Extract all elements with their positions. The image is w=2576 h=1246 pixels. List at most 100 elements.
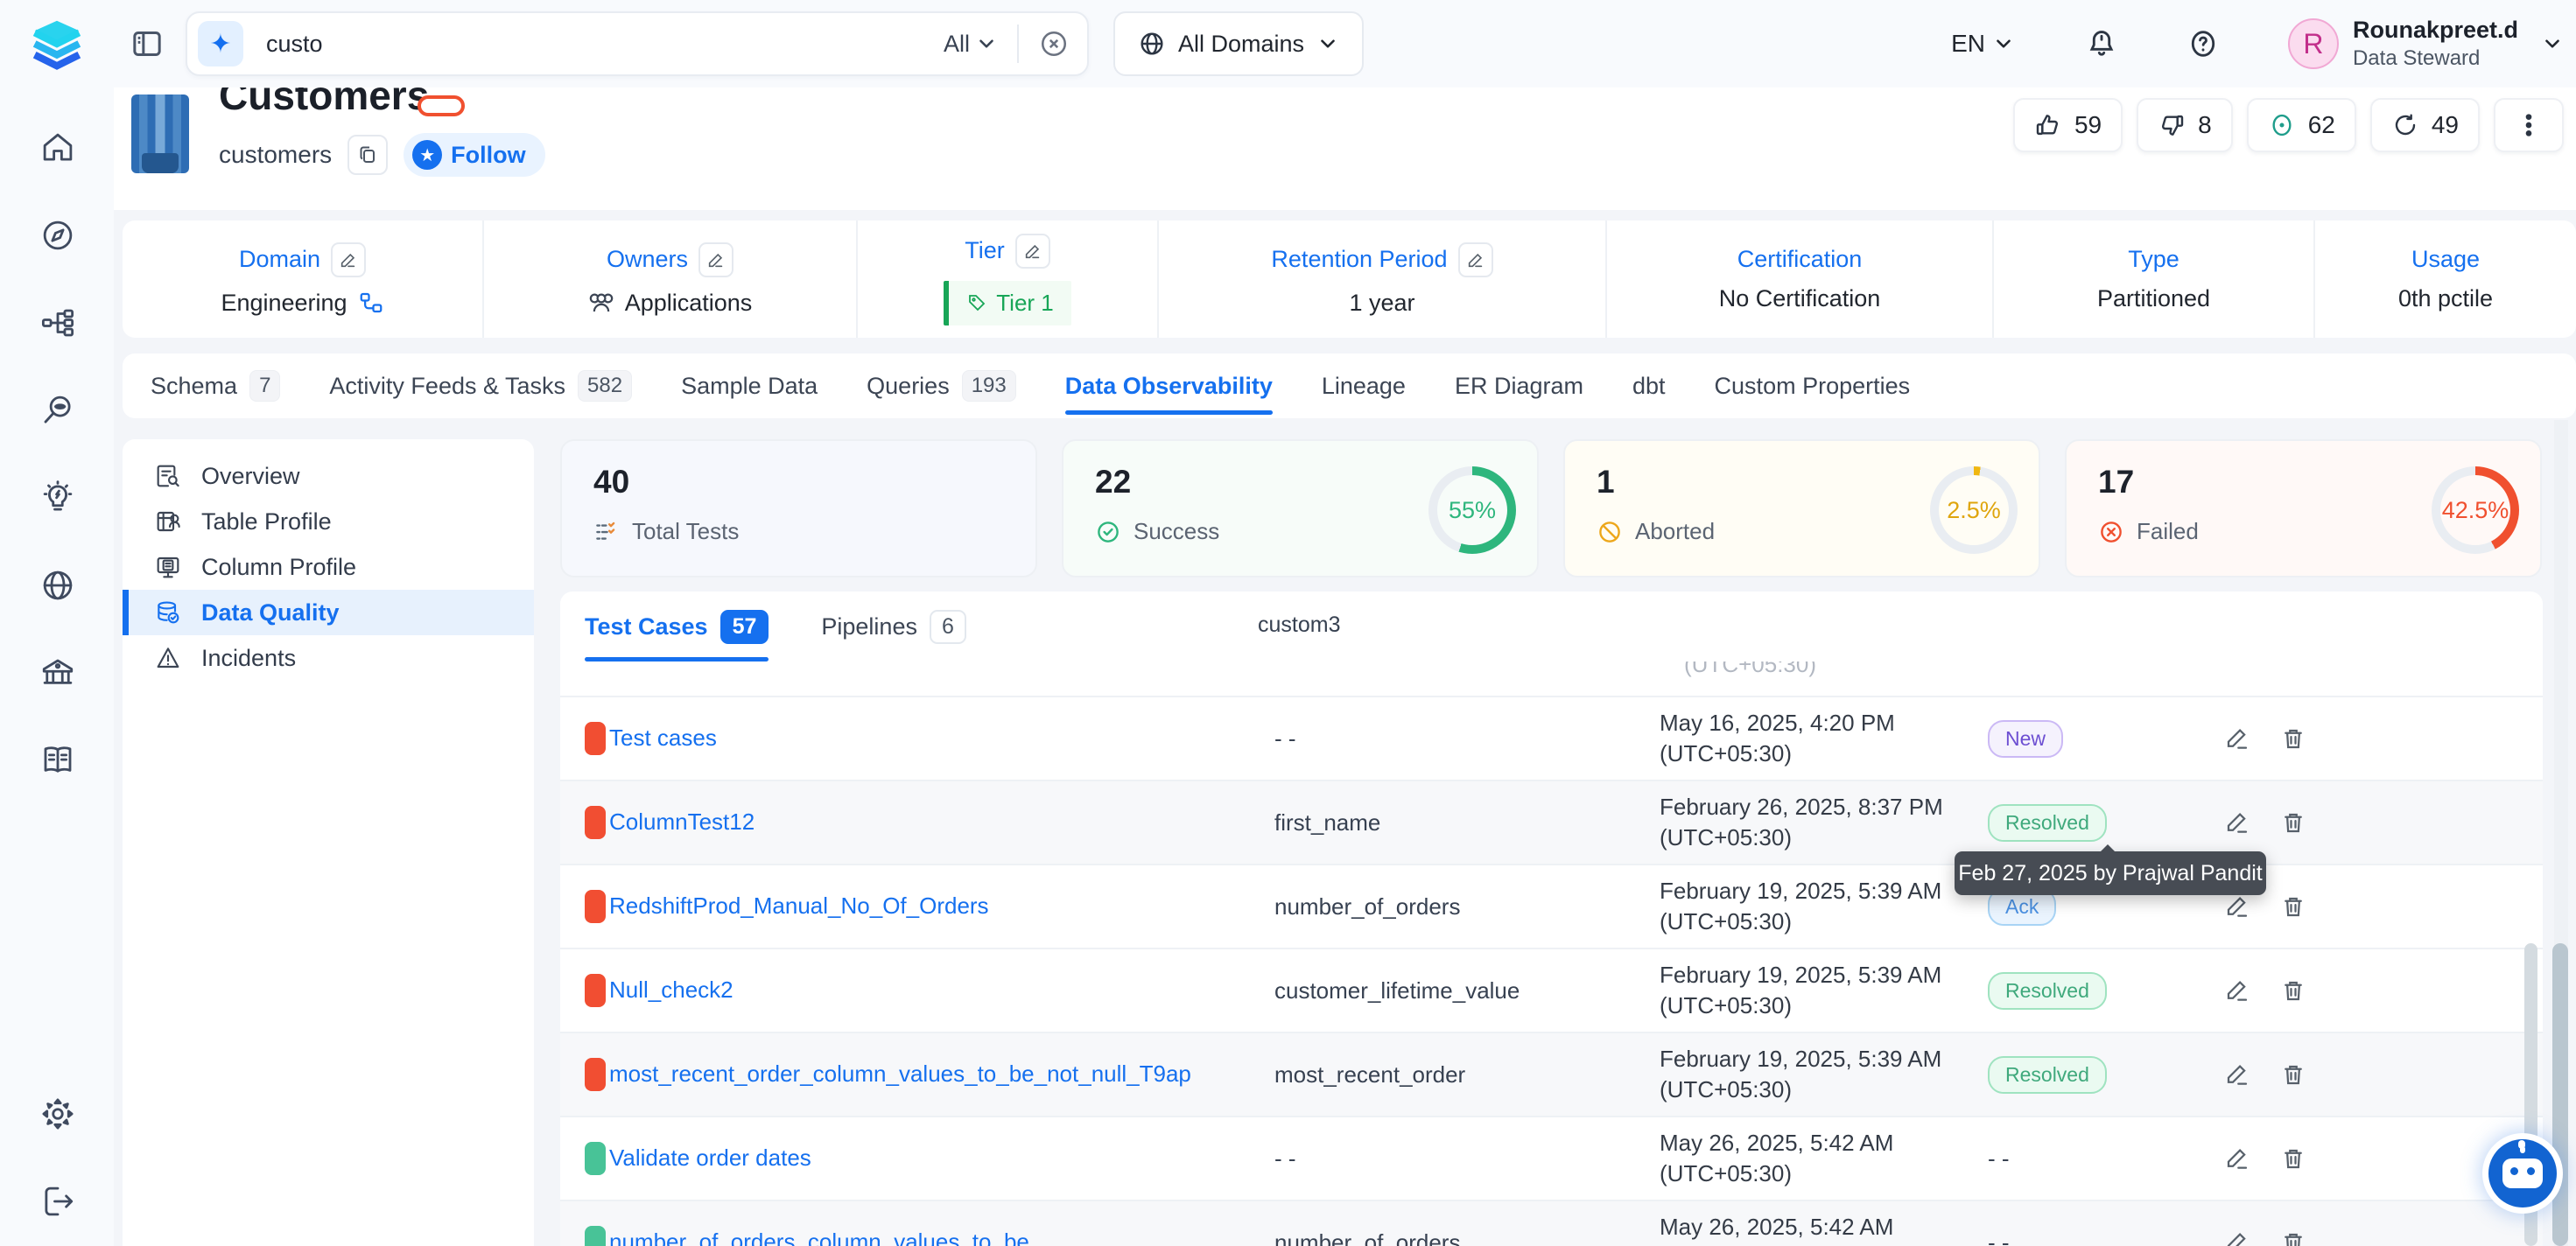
user-avatar[interactable]: R — [2288, 18, 2339, 69]
page-scrollbar-thumb[interactable] — [2552, 943, 2568, 1246]
downvote-button[interactable]: 8 — [2137, 98, 2233, 152]
explore-compass-icon[interactable] — [39, 217, 78, 256]
delete-icon[interactable] — [2280, 725, 2306, 752]
more-menu-button[interactable] — [2494, 98, 2564, 152]
date-cell: February 26, 2025, 8:37 PM(UTC+05:30) — [1660, 792, 1988, 853]
tier-value: Tier 1 — [996, 290, 1054, 317]
tab-sample-data[interactable]: Sample Data — [681, 354, 818, 418]
edit-icon[interactable] — [2224, 1061, 2250, 1088]
lineage-topology-icon[interactable] — [39, 304, 78, 343]
domains-globe-icon[interactable] — [39, 567, 78, 606]
insights-bulb-icon[interactable] — [39, 480, 78, 518]
edit-icon[interactable] — [2224, 1145, 2250, 1172]
test-case-link[interactable]: Validate order dates — [609, 1144, 811, 1171]
delete-icon[interactable] — [2280, 1061, 2306, 1088]
edit-icon[interactable] — [2224, 977, 2250, 1004]
column-cell: number_of_orders — [1274, 893, 1660, 920]
upvote-button[interactable]: 59 — [2013, 98, 2123, 152]
tab-test-cases[interactable]: Test Cases 57 — [585, 592, 769, 662]
table-row[interactable]: Validate order dates - - May 26, 2025, 5… — [560, 1117, 2543, 1201]
all-domains-dropdown[interactable]: All Domains — [1113, 11, 1364, 76]
certification-value: No Certification — [1719, 285, 1881, 312]
custom3-label: custom3 — [1258, 612, 1340, 638]
subnav-item-incidents[interactable]: Incidents — [123, 635, 534, 681]
glossary-book-icon[interactable] — [39, 742, 78, 780]
edit-icon[interactable] — [2224, 893, 2250, 920]
search-value[interactable]: custo — [266, 31, 944, 58]
global-search-input[interactable]: ✦ custo All — [186, 11, 1089, 76]
stop-circle-icon — [1597, 519, 1623, 545]
globe-icon — [1138, 30, 1166, 58]
chat-bot-button[interactable] — [2488, 1139, 2557, 1208]
observability-search-icon[interactable] — [39, 392, 78, 430]
language-dropdown[interactable]: EN — [1951, 30, 2015, 58]
help-icon[interactable] — [2186, 27, 2220, 60]
edit-icon[interactable] — [2224, 809, 2250, 836]
notifications-bell-icon[interactable] — [2085, 27, 2118, 60]
follow-button[interactable]: ★ Follow — [404, 133, 544, 177]
chevron-down-icon[interactable] — [2541, 32, 2564, 55]
subnav-item-overview[interactable]: Overview — [123, 453, 534, 499]
tab-queries[interactable]: Queries193 — [867, 354, 1016, 418]
search-scope-dropdown[interactable]: All — [944, 31, 998, 58]
delete-icon[interactable] — [2280, 977, 2306, 1004]
test-case-link[interactable]: Test cases — [609, 724, 717, 751]
test-case-link[interactable]: RedshiftProd_Manual_No_Of_Orders — [609, 892, 989, 919]
logout-icon[interactable] — [39, 1183, 78, 1222]
test-cases-count-badge: 57 — [720, 610, 769, 644]
edit-owners-icon[interactable] — [698, 242, 733, 277]
edit-retention-icon[interactable] — [1458, 242, 1493, 277]
column-cell: - - — [1274, 725, 1660, 752]
subnav-item-table-profile[interactable]: Table Profile — [123, 499, 534, 544]
sidebar-toggle-icon[interactable] — [130, 26, 165, 61]
app-logo-icon[interactable] — [24, 10, 90, 77]
table-row[interactable]: number_of_orders_column_values_to_be_ nu… — [560, 1201, 2543, 1246]
status-badge[interactable]: Resolved — [1988, 804, 2107, 842]
copy-icon[interactable] — [347, 135, 388, 175]
date-cell: May 26, 2025, 5:42 AM(UTC+05:30) — [1660, 1212, 1988, 1246]
settings-gear-icon[interactable] — [39, 1096, 78, 1134]
ai-sparkle-icon[interactable]: ✦ — [198, 21, 243, 66]
test-case-link[interactable]: Null_check2 — [609, 976, 733, 1003]
clear-search-icon[interactable] — [1038, 28, 1070, 60]
pipelines-count-badge: 6 — [930, 610, 966, 644]
tab-activity-feeds[interactable]: Activity Feeds & Tasks582 — [329, 354, 632, 418]
edit-domain-icon[interactable] — [331, 242, 366, 277]
column-profile-icon — [154, 553, 182, 581]
tab-data-observability[interactable]: Data Observability — [1065, 354, 1273, 418]
test-case-link[interactable]: most_recent_order_column_values_to_be_no… — [609, 1060, 1191, 1087]
tab-lineage[interactable]: Lineage — [1322, 354, 1406, 418]
status-badge[interactable]: Resolved — [1988, 1056, 2107, 1094]
test-case-link[interactable]: number_of_orders_column_values_to_be_ — [609, 1228, 1042, 1246]
table-row[interactable]: Null_check2 customer_lifetime_value Febr… — [560, 949, 2543, 1033]
delete-icon[interactable] — [2280, 893, 2306, 920]
meta-retention: Retention Period 1 year — [1157, 220, 1605, 338]
watchers-button[interactable]: 62 — [2247, 98, 2356, 152]
status-badge[interactable]: Resolved — [1988, 972, 2107, 1010]
delete-icon[interactable] — [2280, 809, 2306, 836]
data-quality-icon — [154, 598, 182, 626]
edit-icon[interactable] — [2224, 725, 2250, 752]
govern-bank-icon[interactable] — [39, 654, 78, 693]
tab-dbt[interactable]: dbt — [1632, 354, 1666, 418]
tier-badge[interactable]: Tier 1 — [944, 281, 1071, 326]
page-title: Customers — [219, 88, 429, 121]
subnav-item-column-profile[interactable]: Column Profile — [123, 544, 534, 590]
tab-er-diagram[interactable]: ER Diagram — [1455, 354, 1583, 418]
edit-tier-icon[interactable] — [1015, 234, 1050, 269]
tab-pipelines[interactable]: Pipelines 6 — [821, 592, 965, 662]
test-cases-table: (UTC+05:30) Test cases - - May 16, 2025,… — [560, 662, 2543, 1246]
test-case-link[interactable]: ColumnTest12 — [609, 808, 755, 835]
user-info[interactable]: Rounakpreet.d Data Steward — [2353, 16, 2518, 72]
tab-schema[interactable]: Schema7 — [151, 354, 280, 418]
table-row[interactable]: most_recent_order_column_values_to_be_no… — [560, 1033, 2543, 1117]
delete-icon[interactable] — [2280, 1229, 2306, 1246]
home-icon[interactable] — [39, 130, 78, 168]
delete-icon[interactable] — [2280, 1145, 2306, 1172]
edit-icon[interactable] — [2224, 1229, 2250, 1246]
versions-button[interactable]: 49 — [2370, 98, 2480, 152]
status-badge[interactable]: New — [1988, 720, 2063, 758]
table-row[interactable]: Test cases - - May 16, 2025, 4:20 PM(UTC… — [560, 697, 2543, 781]
subnav-item-data-quality[interactable]: Data Quality — [123, 590, 534, 635]
tab-custom-properties[interactable]: Custom Properties — [1715, 354, 1911, 418]
